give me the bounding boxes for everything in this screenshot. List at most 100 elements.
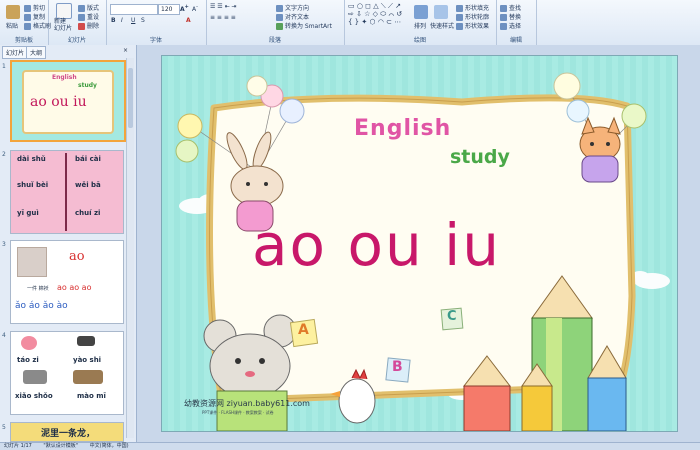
slide[interactable]: English study ao ou iu A B C 幼教资源网 ziyua…: [161, 55, 678, 432]
smartart-label: 转换为 SmartArt: [285, 23, 332, 30]
binoculars-icon: [500, 5, 507, 12]
slide-thumb-5[interactable]: 泥里一条龙，: [10, 422, 124, 442]
thumb-photo: [17, 247, 47, 277]
copy-label: 复制: [33, 14, 46, 21]
watermark: 幼教资源网 ziyuan.baby611.com: [184, 399, 310, 408]
replace-icon: [500, 14, 507, 21]
thumb-cat: [73, 370, 103, 384]
thumb-number: 5: [2, 424, 6, 431]
text-direction-icon: [276, 5, 283, 12]
thumb-word: yào shi: [73, 356, 102, 364]
english-title: English: [354, 116, 452, 141]
grow-font-button[interactable]: A+: [180, 4, 189, 13]
thumb-word: wěi bā: [75, 181, 101, 189]
format-painter-button[interactable]: 格式刷: [24, 21, 51, 30]
slide-thumb-2[interactable]: dài shǔ bái cài shuǐ bèi wěi bā yī guì c…: [10, 150, 124, 234]
fill-icon: [456, 5, 463, 12]
reset-icon: [78, 14, 85, 21]
find-label: 查找: [509, 5, 522, 12]
shape-fill-button[interactable]: 形状填充: [456, 3, 489, 12]
shrink-font-button[interactable]: A-: [192, 4, 198, 13]
delete-icon: [78, 23, 85, 30]
smartart-button[interactable]: 转换为 SmartArt: [276, 21, 332, 30]
thumb-number: 4: [2, 332, 6, 339]
outline-icon: [456, 14, 463, 21]
brush-icon: [24, 23, 31, 30]
letter-a: A: [298, 322, 309, 338]
find-button[interactable]: 查找: [500, 3, 521, 12]
font-name-select[interactable]: [110, 4, 158, 15]
drawing-group: ▭ ○ ◻ △ ⟍ ⟋ ↗ ⇨ ⇩ ☆ ◇ ⬭ ⌒ ↺{ } ✦ ⬡ ◠ ⊂ ⋯ …: [344, 0, 497, 45]
shape-outline-label: 形状轮廓: [465, 14, 490, 21]
slide-thumb-3[interactable]: ao 一件 棉袄 ao ao ao ǎo áo ǎo ào: [10, 240, 124, 324]
scroll-thumb[interactable]: [128, 68, 133, 128]
paste-button[interactable]: 粘贴: [6, 21, 18, 30]
thumb-line: ao ao ao: [57, 283, 92, 292]
thumb-study: study: [78, 82, 97, 89]
font-label: 字体: [149, 37, 162, 44]
select-button[interactable]: 选择: [500, 21, 521, 30]
replace-button[interactable]: 替换: [500, 12, 521, 21]
thumb-word: táo zi: [17, 356, 39, 364]
thumb-word: bái cài: [75, 155, 101, 163]
text-direction-button[interactable]: 文字方向: [276, 3, 309, 12]
quick-styles-button[interactable]: 快速样式: [430, 21, 454, 30]
bold-button[interactable]: B: [111, 17, 116, 24]
thumb-word: dài shǔ: [17, 155, 46, 163]
font-color-button[interactable]: A: [186, 17, 191, 24]
copy-button[interactable]: 复制: [24, 12, 45, 21]
reset-label: 重设: [87, 14, 100, 21]
theme-name: "默认设计模板": [43, 443, 79, 449]
align-text-icon: [276, 14, 283, 21]
shape-effects-button[interactable]: 形状效果: [456, 21, 489, 30]
font-group: 120 A+ A- B I U S A 字体: [106, 0, 207, 45]
thumb-word: xiǎo shǒo: [15, 392, 53, 400]
shadow-button[interactable]: S: [141, 17, 145, 24]
thumb-big-ao: ao: [69, 249, 85, 264]
shape-outline-button[interactable]: 形状轮廓: [456, 12, 489, 21]
new-slide-icon[interactable]: [56, 3, 72, 19]
align-buttons[interactable]: ≡ ≡ ≡ ≡: [210, 14, 236, 21]
new-slide-button[interactable]: 新建 幻灯片: [54, 18, 72, 32]
font-size-select[interactable]: 120: [158, 4, 180, 15]
quick-styles-icon[interactable]: [434, 5, 448, 19]
tab-outline[interactable]: 大纲: [26, 46, 47, 59]
bullets-button[interactable]: ☰ ☰ ⇤ ⇥: [210, 3, 237, 10]
cat: [579, 116, 621, 183]
main-phonetic: ao ou iu: [252, 211, 502, 279]
thumb-text: 泥里一条龙，: [41, 429, 96, 439]
thumb-english: English: [52, 74, 77, 81]
arrange-button[interactable]: 排列: [414, 21, 426, 30]
layout-button[interactable]: 版式: [78, 3, 99, 12]
close-panel-icon[interactable]: ×: [120, 46, 131, 55]
italic-button[interactable]: I: [121, 17, 123, 24]
delete-label: 删除: [87, 23, 100, 30]
shapes-gallery[interactable]: ▭ ○ ◻ △ ⟍ ⟋ ↗ ⇨ ⇩ ☆ ◇ ⬭ ⌒ ↺{ } ✦ ⬡ ◠ ⊂ ⋯: [348, 2, 402, 26]
layout-icon: [78, 5, 85, 12]
cut-button[interactable]: 剪切: [24, 3, 45, 12]
shape-fill-label: 形状填充: [465, 5, 490, 12]
thumb-key: [77, 336, 95, 346]
arrange-icon[interactable]: [414, 5, 428, 19]
cut-label: 剪切: [33, 5, 46, 12]
smartart-icon: [276, 23, 283, 30]
slide-canvas: English study ao ou iu A B C 幼教资源网 ziyua…: [137, 45, 700, 442]
slide-thumb-4[interactable]: táo zi yào shi xiǎo shǒo mào mī: [10, 331, 124, 415]
thumb-line: 一件 棉袄: [27, 286, 49, 292]
copy-icon: [24, 14, 31, 21]
thumb-word: mào mī: [77, 392, 106, 400]
paste-icon[interactable]: [6, 5, 20, 19]
underline-button[interactable]: U: [131, 17, 135, 24]
panel-scrollbar[interactable]: [126, 58, 134, 438]
thumb-word: shuǐ bèi: [17, 181, 49, 189]
delete-button[interactable]: 删除: [78, 21, 99, 30]
thumb-number: 2: [2, 151, 6, 158]
editing-label: 编辑: [509, 37, 522, 44]
slide-thumb-1[interactable]: English study ao ou iu: [10, 60, 126, 142]
align-text-button[interactable]: 对齐文本: [276, 12, 309, 21]
study-title: study: [450, 146, 510, 168]
reset-button[interactable]: 重设: [78, 12, 99, 21]
tab-slides[interactable]: 幻灯片: [2, 46, 29, 59]
thumb-divider: [65, 153, 67, 231]
thumb-number: 3: [2, 241, 6, 248]
